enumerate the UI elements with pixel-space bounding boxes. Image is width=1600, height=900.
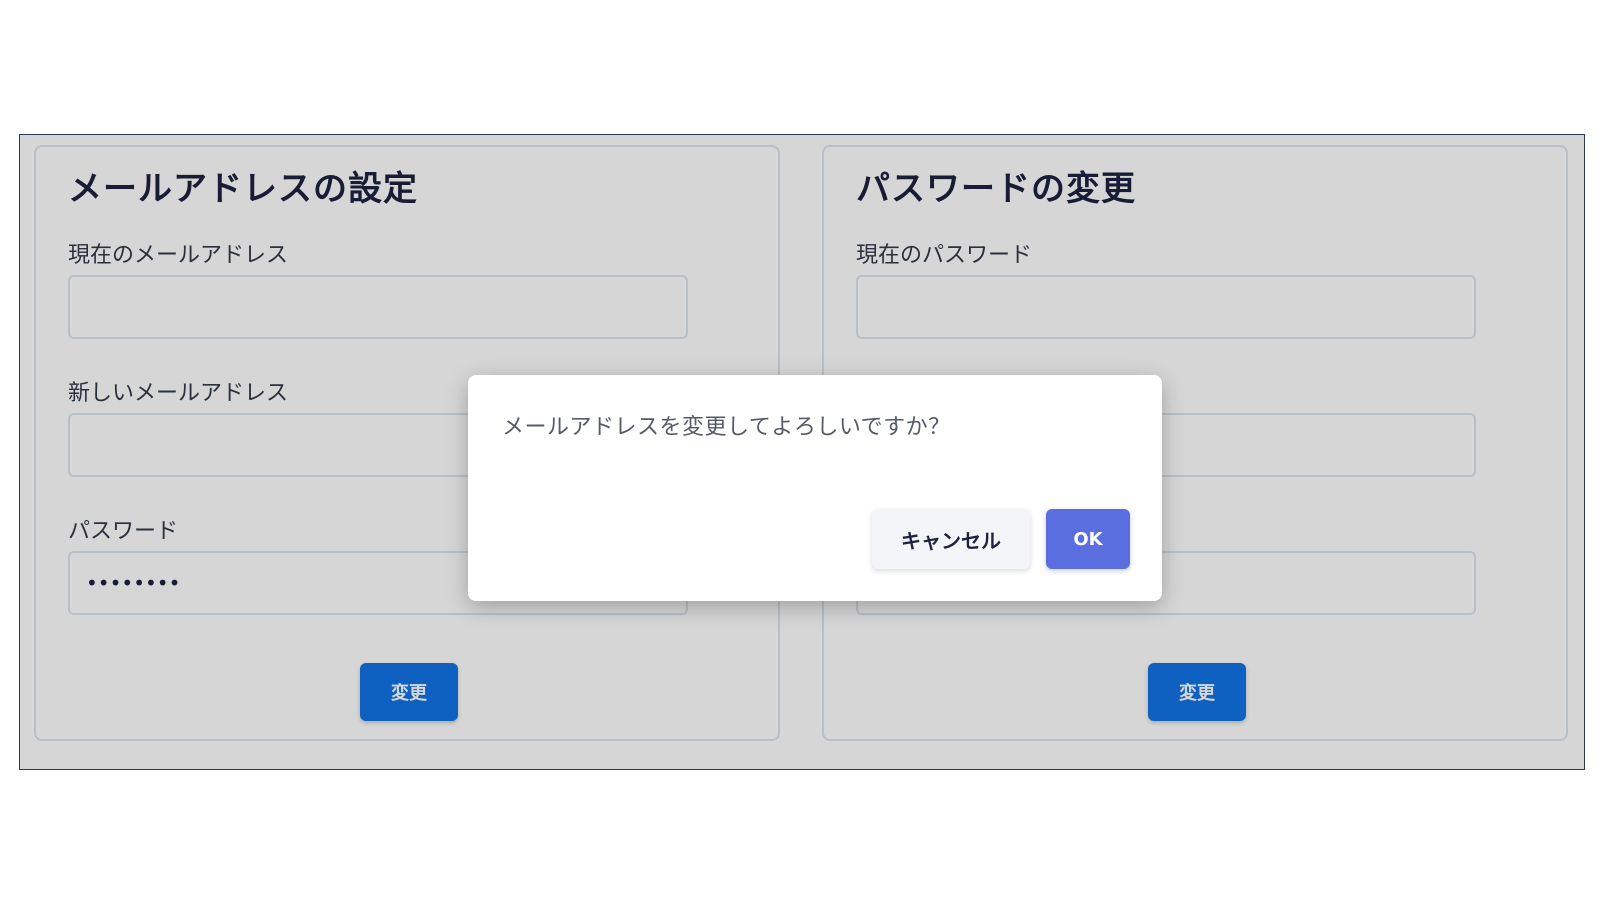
dialog-message: メールアドレスを変更してよろしいですか？ [502,415,951,440]
cancel-button[interactable]: キャンセル [872,509,1030,569]
confirm-dialog: メールアドレスを変更してよろしいですか？ キャンセル OK [468,375,1162,601]
dialog-actions: キャンセル OK [872,509,1130,569]
ok-button[interactable]: OK [1046,509,1130,569]
app-screen: メールアドレスの設定 現在のメールアドレス 新しいメールアドレス パスワード 変… [19,134,1585,770]
